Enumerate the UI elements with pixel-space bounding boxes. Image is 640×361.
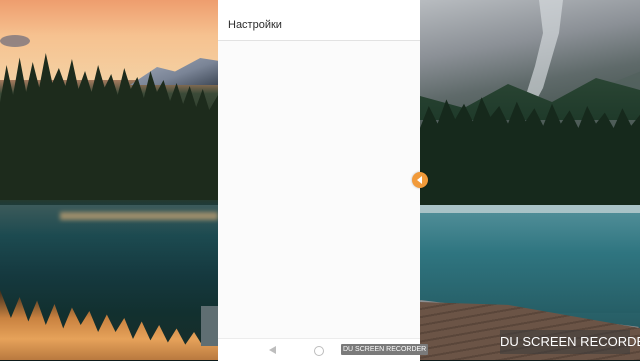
back-icon[interactable] xyxy=(269,346,276,354)
recorder-watermark-large: DU SCREEN RECORDER xyxy=(500,330,640,354)
chevron-left-icon xyxy=(417,176,422,184)
recorder-watermark-small: DU SCREEN RECORDER xyxy=(341,344,429,355)
background-right-wallpaper xyxy=(420,0,640,360)
cloud xyxy=(0,35,30,47)
lake-shore xyxy=(420,205,640,213)
settings-content-area xyxy=(218,41,420,338)
water-glow xyxy=(60,212,218,220)
home-icon[interactable] xyxy=(314,346,324,356)
background-left-wallpaper xyxy=(0,0,218,360)
page-title: Настройки xyxy=(228,19,282,31)
lake-water-right xyxy=(420,213,640,313)
phone-screen: Настройки DU SCREEN RECORDER xyxy=(218,0,429,361)
app-header: Настройки xyxy=(218,0,420,41)
dock-post xyxy=(201,306,218,346)
edge-handle-icon[interactable] xyxy=(412,172,428,188)
system-navigation-bar: DU SCREEN RECORDER xyxy=(218,338,429,361)
